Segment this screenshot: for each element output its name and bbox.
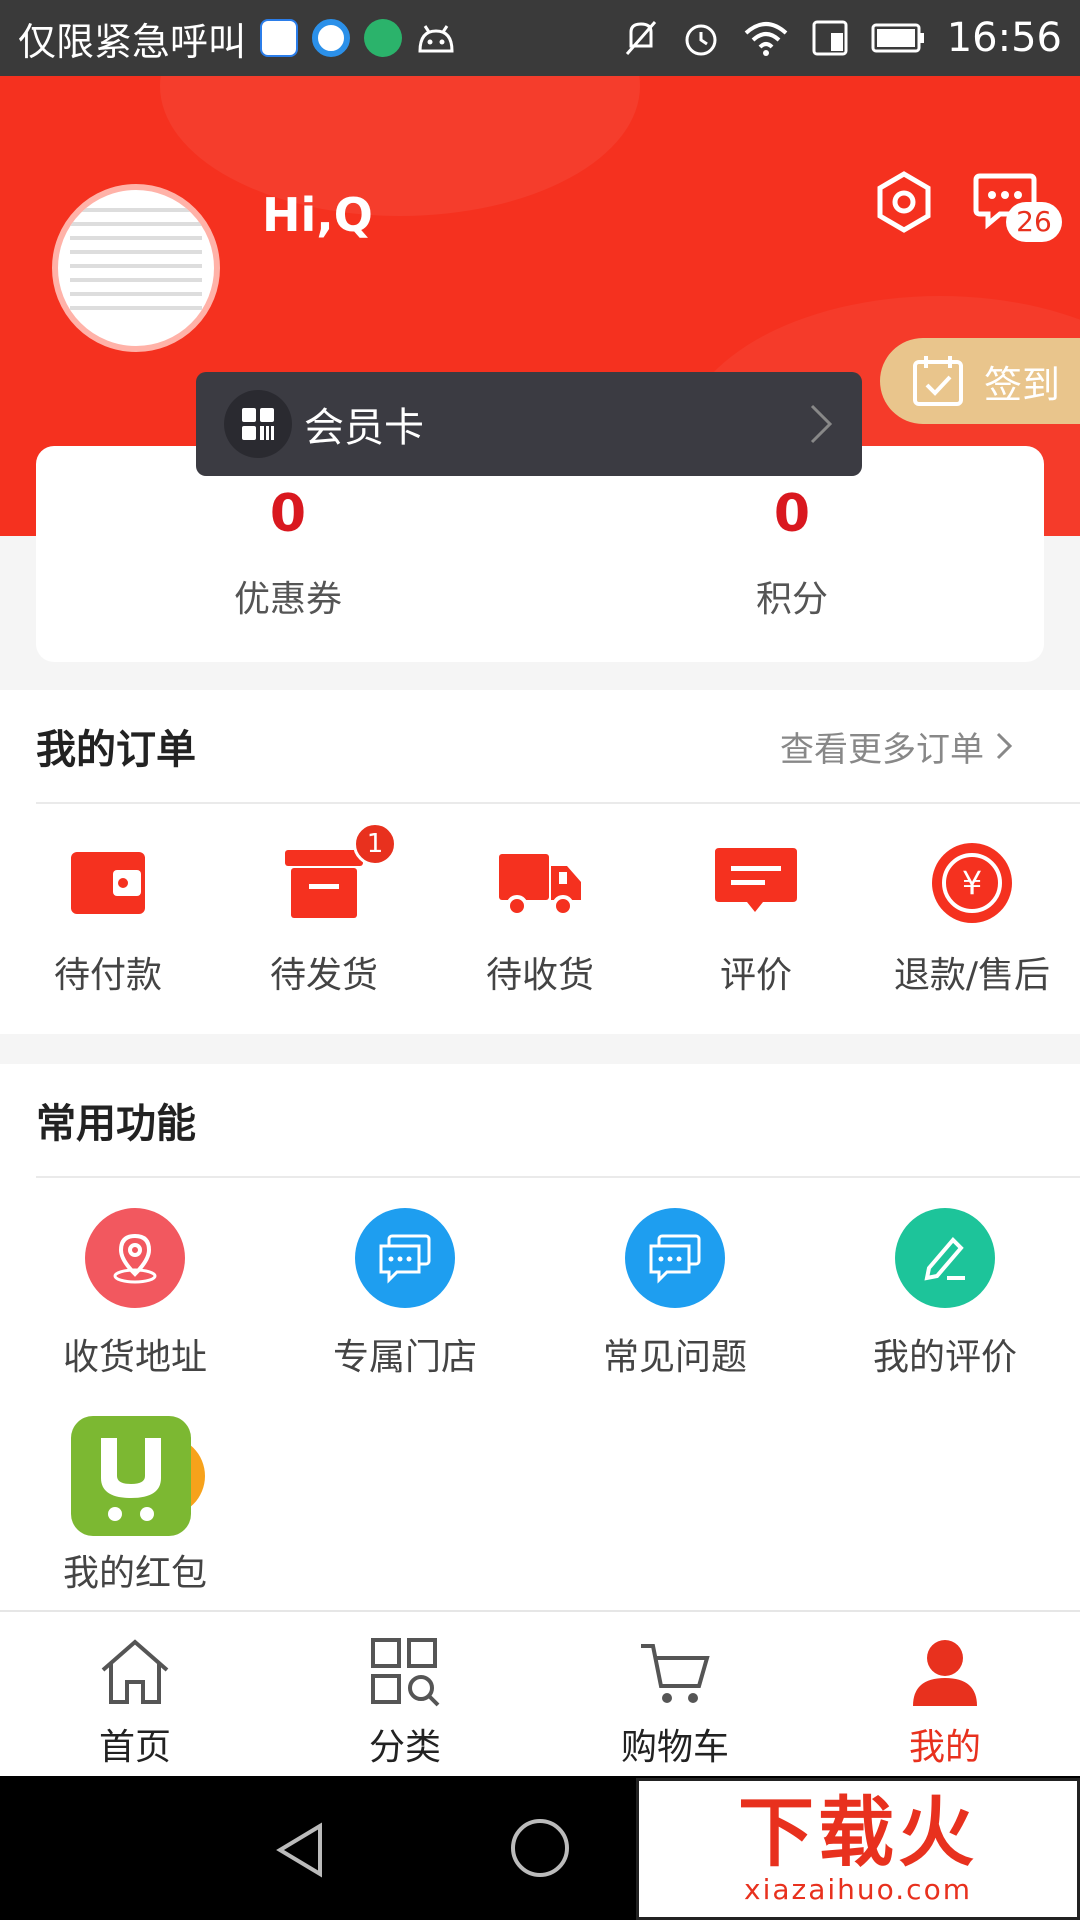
member-card-label: 会员卡: [304, 405, 424, 451]
chevron-right-icon: [810, 404, 833, 444]
functions-title: 常用功能: [36, 1101, 196, 1147]
func-red-packet[interactable]: 我的红包: [0, 1416, 270, 1596]
globe-notification-icon: [364, 19, 403, 57]
wallet-icon: [63, 838, 153, 928]
points-stat[interactable]: 0 积分: [540, 446, 1044, 662]
order-pending-payment[interactable]: 待付款: [0, 838, 216, 998]
app-notification-icon: [260, 19, 299, 57]
func-exclusive-store[interactable]: 专属门店: [270, 1208, 540, 1380]
signin-button[interactable]: 签到: [880, 338, 1080, 424]
box-icon: 1: [279, 822, 397, 928]
android-icon: [418, 25, 454, 53]
category-icon: [371, 1638, 440, 1707]
app-page: 仅限紧急呼叫 16:56 Hi,Q 26 签到 会员卡 0 优惠券 0 积分 我…: [0, 0, 1080, 1920]
signin-label: 签到: [984, 362, 1061, 407]
wifi-icon: [744, 22, 788, 56]
avatar[interactable]: [52, 184, 220, 352]
browser-notification-icon: [312, 19, 351, 57]
chat-icon: [625, 1208, 725, 1308]
watermark-url: xiazaihuo.com: [744, 1872, 972, 1906]
order-pending-receipt[interactable]: 待收货: [432, 838, 648, 998]
func-shipping-address[interactable]: 收货地址: [0, 1208, 270, 1380]
tab-home[interactable]: 首页: [0, 1612, 270, 1776]
function-label: 专属门店: [332, 1337, 477, 1378]
chevron-right-icon: [996, 732, 1013, 760]
order-status-label: 待收货: [485, 955, 594, 996]
function-label: 收货地址: [62, 1337, 207, 1378]
watermark-title: 下载火: [738, 1787, 978, 1877]
orders-header: 我的订单 查看更多订单: [36, 690, 1080, 804]
chat-icon: [355, 1208, 455, 1308]
tab-label: 购物车: [620, 1727, 729, 1768]
coupon-label: 优惠券: [233, 579, 342, 620]
watermark-logo: 下载火 xiazaihuo.com: [636, 1778, 1080, 1920]
status-bar: 仅限紧急呼叫 16:56: [0, 0, 1080, 76]
functions-grid: 收货地址 专属门店 常见问题 我的评价 我的红包: [0, 1178, 1080, 1632]
points-label: 积分: [755, 579, 828, 620]
points-count: 0: [773, 484, 811, 544]
tab-me[interactable]: 我的: [810, 1612, 1080, 1776]
coupon-count: 0: [269, 484, 307, 544]
user-icon: [913, 1640, 977, 1706]
view-more-orders-label: 查看更多订单: [780, 729, 984, 770]
coupon-stat[interactable]: 0 优惠券: [36, 446, 540, 662]
pending-shipment-badge: 1: [353, 822, 397, 866]
truck-icon: [495, 838, 585, 928]
tab-label: 分类: [368, 1727, 441, 1768]
home-circle-icon[interactable]: [508, 1816, 572, 1880]
edit-icon: [895, 1208, 995, 1308]
redpacket-app-icon: [65, 1416, 205, 1536]
settings-icon[interactable]: [872, 170, 936, 234]
function-label: 常见问题: [602, 1337, 747, 1378]
function-label: 我的评价: [872, 1337, 1017, 1378]
home-icon: [101, 1639, 169, 1704]
refund-icon: ¥: [927, 838, 1017, 928]
calendar-check-icon: [913, 356, 963, 406]
func-my-reviews[interactable]: 我的评价: [810, 1208, 1080, 1380]
stats-card: 0 优惠券 0 积分: [36, 446, 1044, 662]
order-status-label: 评价: [719, 955, 792, 996]
sim-icon: [812, 20, 848, 56]
order-to-review[interactable]: 评价: [648, 838, 864, 998]
tab-cart[interactable]: 购物车: [540, 1612, 810, 1776]
location-icon: [85, 1208, 185, 1308]
order-refund-aftersale[interactable]: ¥ 退款/售后: [864, 838, 1080, 998]
greeting-text: Hi,Q: [262, 188, 373, 242]
mute-icon: [625, 21, 656, 55]
orders-section: 我的订单 查看更多订单 待付款 1 待发货 待收货 评价 ¥ 退款/售后: [0, 690, 1080, 1034]
qr-grid-icon: [224, 390, 292, 458]
tab-category[interactable]: 分类: [270, 1612, 540, 1776]
order-status-label: 待付款: [53, 955, 162, 996]
order-status-label: 待发货: [269, 955, 378, 996]
tab-label: 我的: [908, 1727, 981, 1768]
carrier-text: 仅限紧急呼叫: [18, 19, 247, 64]
orders-title: 我的订单: [36, 727, 196, 773]
func-faq[interactable]: 常见问题: [540, 1208, 810, 1380]
functions-header: 常用功能: [36, 1064, 1080, 1178]
clock-text: 16:56: [946, 15, 1062, 61]
svg-text:¥: ¥: [962, 864, 982, 902]
functions-section: 常用功能 收货地址 专属门店 常见问题 我的评价 我的红包: [0, 1064, 1080, 1610]
order-pending-shipment[interactable]: 1 待发货: [216, 822, 432, 998]
member-card-banner[interactable]: 会员卡: [196, 372, 862, 476]
order-status-label: 退款/售后: [893, 955, 1051, 996]
header-decoration: [160, 76, 640, 216]
view-more-orders-link[interactable]: 查看更多订单: [780, 722, 1044, 771]
comment-icon: [711, 838, 801, 928]
back-icon[interactable]: [272, 1820, 328, 1880]
battery-icon: [871, 23, 924, 53]
tab-label: 首页: [98, 1727, 171, 1768]
function-label: 我的红包: [62, 1553, 207, 1594]
message-count-badge: 26: [1006, 202, 1062, 242]
alarm-icon: [685, 24, 717, 56]
bottom-tab-bar: 首页 分类 购物车 我的: [0, 1610, 1080, 1776]
order-status-row: 待付款 1 待发货 待收货 评价 ¥ 退款/售后: [0, 804, 1080, 998]
cart-icon: [641, 1644, 710, 1703]
